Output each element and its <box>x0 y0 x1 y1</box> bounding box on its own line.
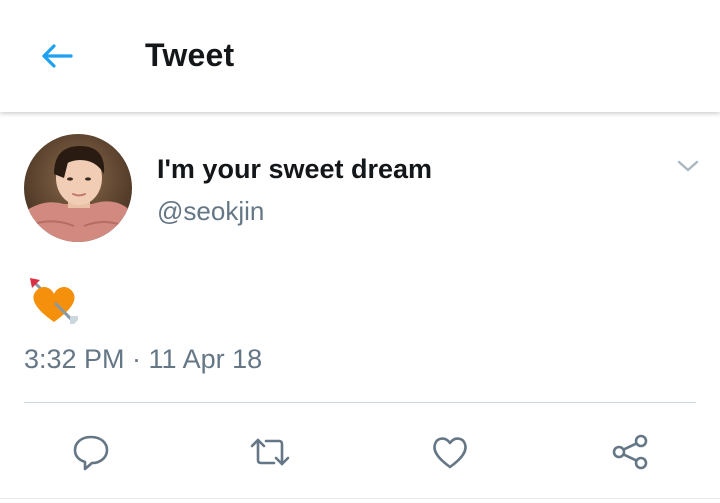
bottom-divider <box>0 498 720 499</box>
like-button[interactable] <box>426 428 474 476</box>
more-options-button[interactable] <box>672 152 704 180</box>
share-button[interactable] <box>606 428 654 476</box>
back-button[interactable] <box>34 36 78 76</box>
page-title: Tweet <box>145 37 235 73</box>
user-handle[interactable]: @seokjin <box>157 196 264 227</box>
retweet-button[interactable] <box>246 428 294 476</box>
divider <box>24 402 696 403</box>
heart-with-arrow-emoji <box>30 278 78 324</box>
tweet: I'm your sweet dream @seokjin 3:32 PM · … <box>0 112 720 503</box>
arrow-left-icon <box>42 44 73 68</box>
reply-button[interactable] <box>67 428 115 476</box>
display-name[interactable]: I'm your sweet dream <box>157 154 432 185</box>
avatar-photo <box>24 134 132 242</box>
retweet-icon <box>250 438 290 466</box>
avatar[interactable] <box>24 134 132 242</box>
app-header: Tweet <box>0 0 720 112</box>
tweet-timestamp: 3:32 PM · 11 Apr 18 <box>24 344 263 374</box>
tweet-detail-screen: Tweet I'm your sweet dream @seokjin 3:32… <box>0 0 720 503</box>
heart-icon <box>433 437 467 469</box>
chevron-down-icon <box>677 160 699 172</box>
reply-icon <box>73 435 109 471</box>
share-icon <box>612 434 648 470</box>
tweet-text <box>26 276 82 328</box>
